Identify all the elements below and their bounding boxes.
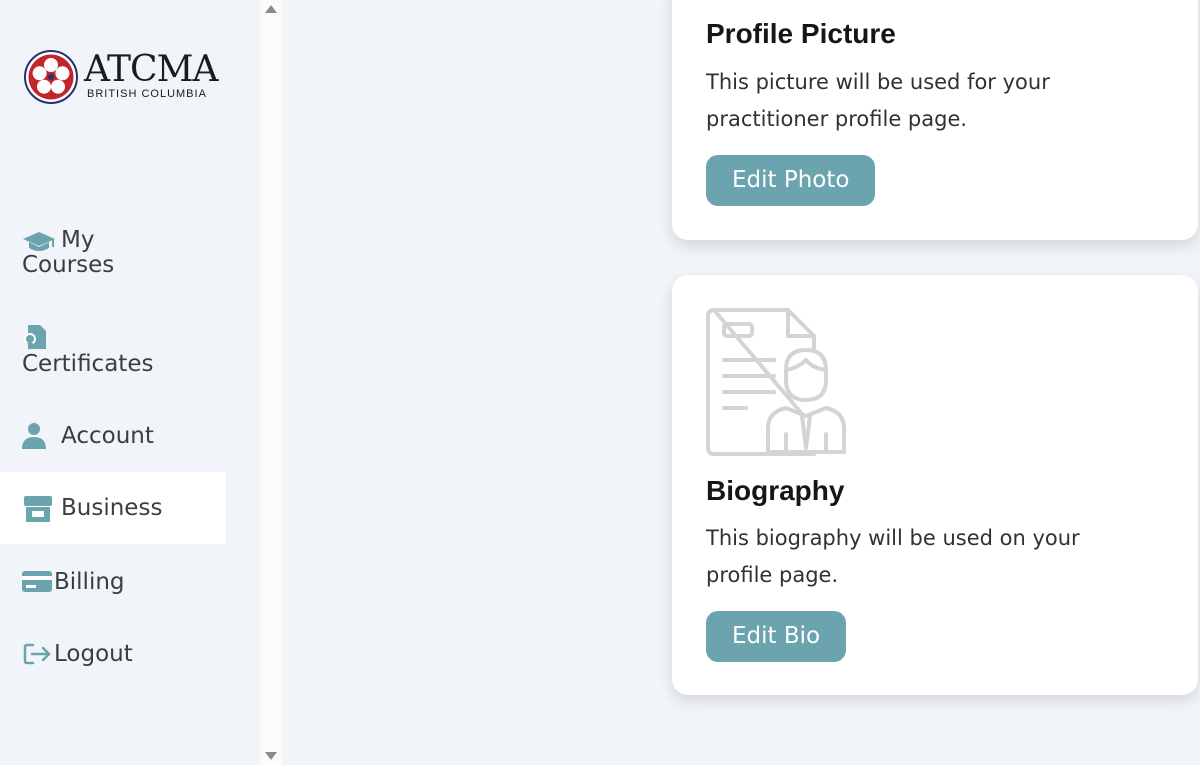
scroll-up-arrow-icon[interactable] <box>265 5 277 13</box>
edit-bio-button[interactable]: Edit Bio <box>706 611 847 662</box>
sidebar-scrollbar[interactable] <box>260 0 282 765</box>
user-icon <box>22 423 46 449</box>
sidebar-item-certificates[interactable]: Certificates <box>0 323 226 381</box>
sidebar-item-label: Business <box>61 495 163 521</box>
credit-card-icon <box>22 571 52 592</box>
sidebar-item-label: Account <box>61 423 154 449</box>
sidebar-item-label: Certificates <box>22 351 154 377</box>
sidebar-item-my-courses[interactable]: My Courses <box>0 228 226 284</box>
sidebar-item-label: Courses <box>22 252 115 278</box>
scroll-down-arrow-icon[interactable] <box>265 752 277 760</box>
sidebar-item-label: My <box>61 227 95 253</box>
card-title: Biography <box>706 475 845 506</box>
card-description: This biography will be used on your prof… <box>706 526 1080 587</box>
biography-card: Biography This biography will be used on… <box>672 275 1198 695</box>
card-description: This picture will be used for your pract… <box>706 70 1050 131</box>
logout-icon <box>23 643 51 665</box>
certificate-icon <box>24 325 46 350</box>
sidebar-item-billing[interactable]: Billing <box>0 566 226 600</box>
sidebar-item-logout[interactable]: Logout <box>0 638 226 672</box>
store-icon <box>24 496 52 522</box>
profile-picture-card: Profile Picture This picture will be use… <box>672 0 1198 240</box>
graduation-cap-icon <box>23 232 55 251</box>
sidebar-item-label: Logout <box>54 641 133 667</box>
logo-subtitle: BRITISH COLUMBIA <box>87 88 207 100</box>
card-title: Profile Picture <box>706 18 896 49</box>
atcma-logo[interactable]: ATCMA BRITISH COLUMBIA <box>24 50 234 108</box>
edit-photo-button[interactable]: Edit Photo <box>706 155 876 206</box>
plum-blossom-logo-icon <box>24 50 78 104</box>
sidebar-item-account[interactable]: Account <box>0 420 226 454</box>
sidebar-item-label: Billing <box>54 569 125 595</box>
sidebar: ATCMA BRITISH COLUMBIA My Courses Certif… <box>0 0 260 765</box>
logo-title: ATCMA <box>84 49 218 90</box>
sidebar-item-business[interactable]: Business <box>0 472 226 544</box>
biography-document-person-icon <box>706 308 846 456</box>
